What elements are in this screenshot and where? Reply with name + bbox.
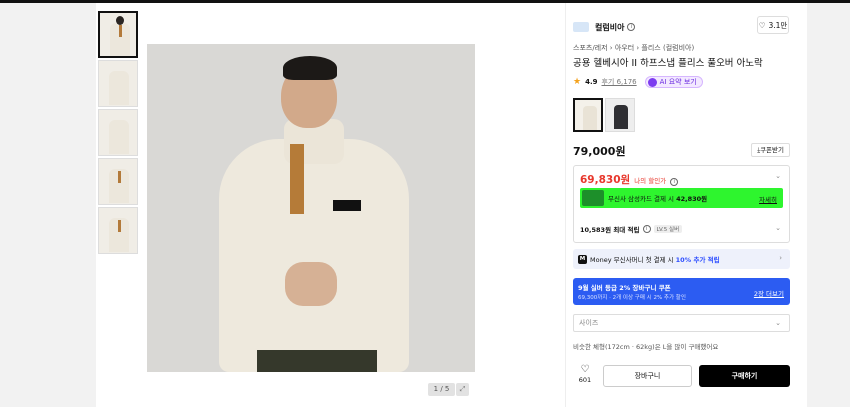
coupon-button-label: 쿠폰받기: [760, 146, 784, 154]
action-row: ♡ 601 장바구니 구매하기: [573, 364, 790, 388]
thumbnail-list: [98, 11, 138, 256]
size-select[interactable]: 사이즈 ⌄: [573, 314, 790, 332]
discount-row[interactable]: 69,830원 나의 할인가 i: [580, 172, 679, 187]
breadcrumb: 스포츠/레저 › 아우터 › 플리스 (컬럼비아): [573, 43, 694, 53]
chevron-down-icon[interactable]: ⌄: [775, 172, 781, 180]
similar-body-info: 비슷한 체형(172cm · 62kg)은 L을 많이 구매했어요: [573, 343, 719, 351]
coupon-banner-title: 9월 실버 등급 2% 장바구니 쿠폰: [578, 284, 671, 292]
card-image: [582, 190, 604, 206]
brand-logo[interactable]: [573, 22, 589, 32]
size-select-placeholder: 사이즈: [579, 319, 599, 327]
level-badge: LV.5 실버: [653, 225, 683, 233]
brand-like-count: 3.1만: [768, 20, 788, 30]
thumbnail-4[interactable]: [98, 158, 138, 205]
buy-button[interactable]: 구매하기: [699, 365, 790, 387]
color-option-black[interactable]: [605, 98, 635, 132]
ai-summary-button[interactable]: AI 요약 보기: [644, 76, 703, 88]
chevron-down-icon[interactable]: ⌄: [775, 224, 781, 232]
brand-row: 컬럼비아 i: [573, 16, 636, 38]
product-title: 공용 헬베시아 II 하프스냅 플리스 풀오버 아노락: [573, 58, 763, 69]
price-row: 79,000원 ⤓쿠폰받기: [573, 143, 790, 158]
card-details-link[interactable]: 자세히: [759, 194, 777, 204]
info-icon[interactable]: i: [627, 23, 636, 31]
thumbnail-1[interactable]: [98, 11, 138, 58]
wish-button[interactable]: ♡ 601: [573, 364, 597, 388]
chevron-right-icon: ›: [779, 254, 782, 262]
coupon-banner-subtitle: 69,300까지 · 2개 이상 구매 시 2% 추가 할인: [578, 295, 686, 301]
points-label: 10,583원 최대 적립: [580, 226, 640, 234]
benefit-box: 69,830원 나의 할인가 i ⌄ 무신사 삼성카드 결제 시 42,830원…: [573, 165, 790, 243]
card-text: 무신사 삼성카드 결제 시 42,830원: [608, 195, 708, 203]
heart-icon: ♡: [758, 20, 766, 30]
info-icon[interactable]: i: [642, 225, 651, 233]
breadcrumb-item[interactable]: 스포츠/레저: [573, 44, 608, 52]
rating-row: ★ 4.9 후기 6,176 AI 요약 보기: [573, 76, 703, 88]
discount-label: 나의 할인가: [634, 177, 667, 185]
discount-price: 69,830원: [580, 174, 631, 186]
star-icon: ★: [573, 77, 582, 87]
original-price: 79,000원: [573, 145, 626, 158]
expand-icon[interactable]: ⤢: [456, 383, 469, 396]
money-icon: M: [578, 254, 587, 264]
color-option-ivory[interactable]: [573, 98, 603, 132]
brand-like-button[interactable]: ♡ 3.1만: [757, 16, 789, 34]
points-row[interactable]: 10,583원 최대 적립 i LV.5 실버: [580, 224, 683, 234]
reviews-link[interactable]: 후기 6,176: [601, 77, 636, 87]
main-product-image: [147, 44, 475, 372]
breadcrumb-item[interactable]: 아우터: [615, 44, 634, 52]
thumbnail-2[interactable]: [98, 60, 138, 107]
coupon-banner[interactable]: 9월 실버 등급 2% 장바구니 쿠폰 69,300까지 · 2개 이상 구매 …: [573, 278, 790, 305]
money-banner[interactable]: M Money 무신사머니 첫 결제 시 10% 추가 적립 ›: [573, 249, 790, 269]
info-icon[interactable]: i: [670, 178, 679, 186]
card-banner[interactable]: 무신사 삼성카드 결제 시 42,830원 자세히: [580, 188, 783, 208]
coupon-more-link[interactable]: 2장 더보기: [754, 288, 784, 298]
breadcrumb-item[interactable]: 플리스 (컬럼비아): [641, 44, 694, 52]
ai-icon: [647, 77, 657, 87]
money-highlight: 10% 추가 적립: [675, 256, 720, 264]
cart-button[interactable]: 장바구니: [603, 365, 692, 387]
coupon-button[interactable]: ⤓쿠폰받기: [751, 143, 790, 157]
thumbnail-5[interactable]: [98, 207, 138, 254]
thumbnail-3[interactable]: [98, 109, 138, 156]
wish-count: 601: [578, 376, 592, 384]
heart-icon: ♡: [580, 364, 590, 375]
money-text: Money 무신사머니 첫 결제 시: [590, 256, 674, 264]
image-counter: 1 / 5: [428, 383, 455, 396]
rating-value: 4.9: [585, 78, 598, 86]
ai-summary-label: AI 요약 보기: [659, 78, 697, 86]
chevron-down-icon: ⌄: [775, 319, 781, 327]
brand-name[interactable]: 컬럼비아: [595, 22, 624, 33]
color-options: [573, 98, 635, 132]
